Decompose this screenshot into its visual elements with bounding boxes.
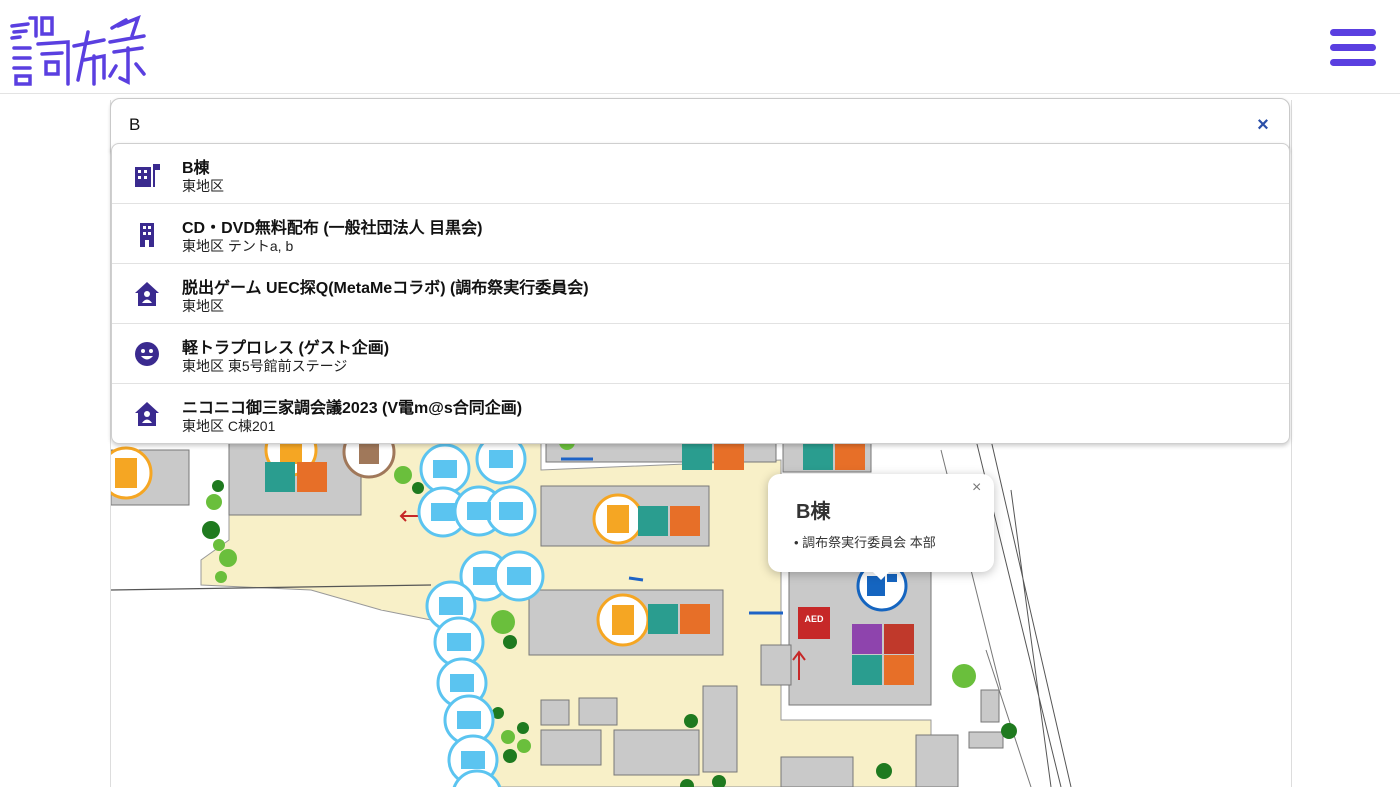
- result-title: B棟: [182, 160, 210, 177]
- hamburger-menu-icon[interactable]: [1330, 29, 1376, 67]
- popup-list-item-text: 調布祭実行委員会 本部: [802, 535, 936, 550]
- result-subtitle: 東地区 東5号館前ステージ: [182, 358, 348, 374]
- result-subtitle: 東地区 C棟201: [182, 418, 276, 434]
- result-subtitle: 東地区 テントa, b: [182, 238, 294, 254]
- popup-title: B棟: [796, 501, 831, 523]
- building-flag-icon: [135, 164, 160, 187]
- map-popup: B棟 • 調布祭実行委員会 本部 ×: [768, 474, 994, 580]
- app-header: [0, 0, 1400, 94]
- house-user-icon: [135, 402, 159, 426]
- building-icon: [140, 223, 154, 247]
- result-subtitle: 東地区: [182, 298, 224, 314]
- popup-close-button[interactable]: ×: [972, 479, 981, 497]
- house-user-icon: [135, 282, 159, 306]
- result-subtitle: 東地区: [182, 178, 224, 194]
- popup-list-item: • 調布祭実行委員会 本部: [794, 535, 936, 550]
- search-result-item[interactable]: ニコニコ御三家調会議2023 (V電m@s合同企画) 東地区 C棟201: [112, 384, 1289, 443]
- room-icon[interactable]: [592, 493, 644, 545]
- search-result-item[interactable]: B棟 東地区: [112, 144, 1289, 204]
- smile-icon: [135, 342, 159, 366]
- room-icon[interactable]: [596, 593, 650, 647]
- result-title: 軽トラプロレス (ゲスト企画): [182, 340, 390, 357]
- aed-label: AED: [804, 614, 824, 624]
- result-title: ニコニコ御三家調会議2023 (V電m@s合同企画): [182, 400, 523, 417]
- search-results-list: B棟 東地区 CD・DVD無料配布 (一般社団法人 目黒会) 東地区 テントa,…: [111, 143, 1290, 444]
- popup-tip: [871, 570, 891, 580]
- search-result-item[interactable]: 脱出ゲーム UEC探Q(MetaMeコラボ) (調布祭実行委員会) 東地区: [112, 264, 1289, 324]
- result-title: CD・DVD無料配布 (一般社団法人 目黒会): [182, 220, 483, 237]
- result-title: 脱出ゲーム UEC探Q(MetaMeコラボ) (調布祭実行委員会): [182, 280, 589, 297]
- search-input[interactable]: [129, 113, 1229, 137]
- search-result-item[interactable]: 軽トラプロレス (ゲスト企画) 東地区 東5号館前ステージ: [112, 324, 1289, 384]
- search-result-item[interactable]: CD・DVD無料配布 (一般社団法人 目黒会) 東地区 テントa, b: [112, 204, 1289, 264]
- room-icon[interactable]: [111, 446, 153, 500]
- clear-search-button[interactable]: ×: [1251, 113, 1275, 137]
- festival-logo[interactable]: [8, 6, 148, 88]
